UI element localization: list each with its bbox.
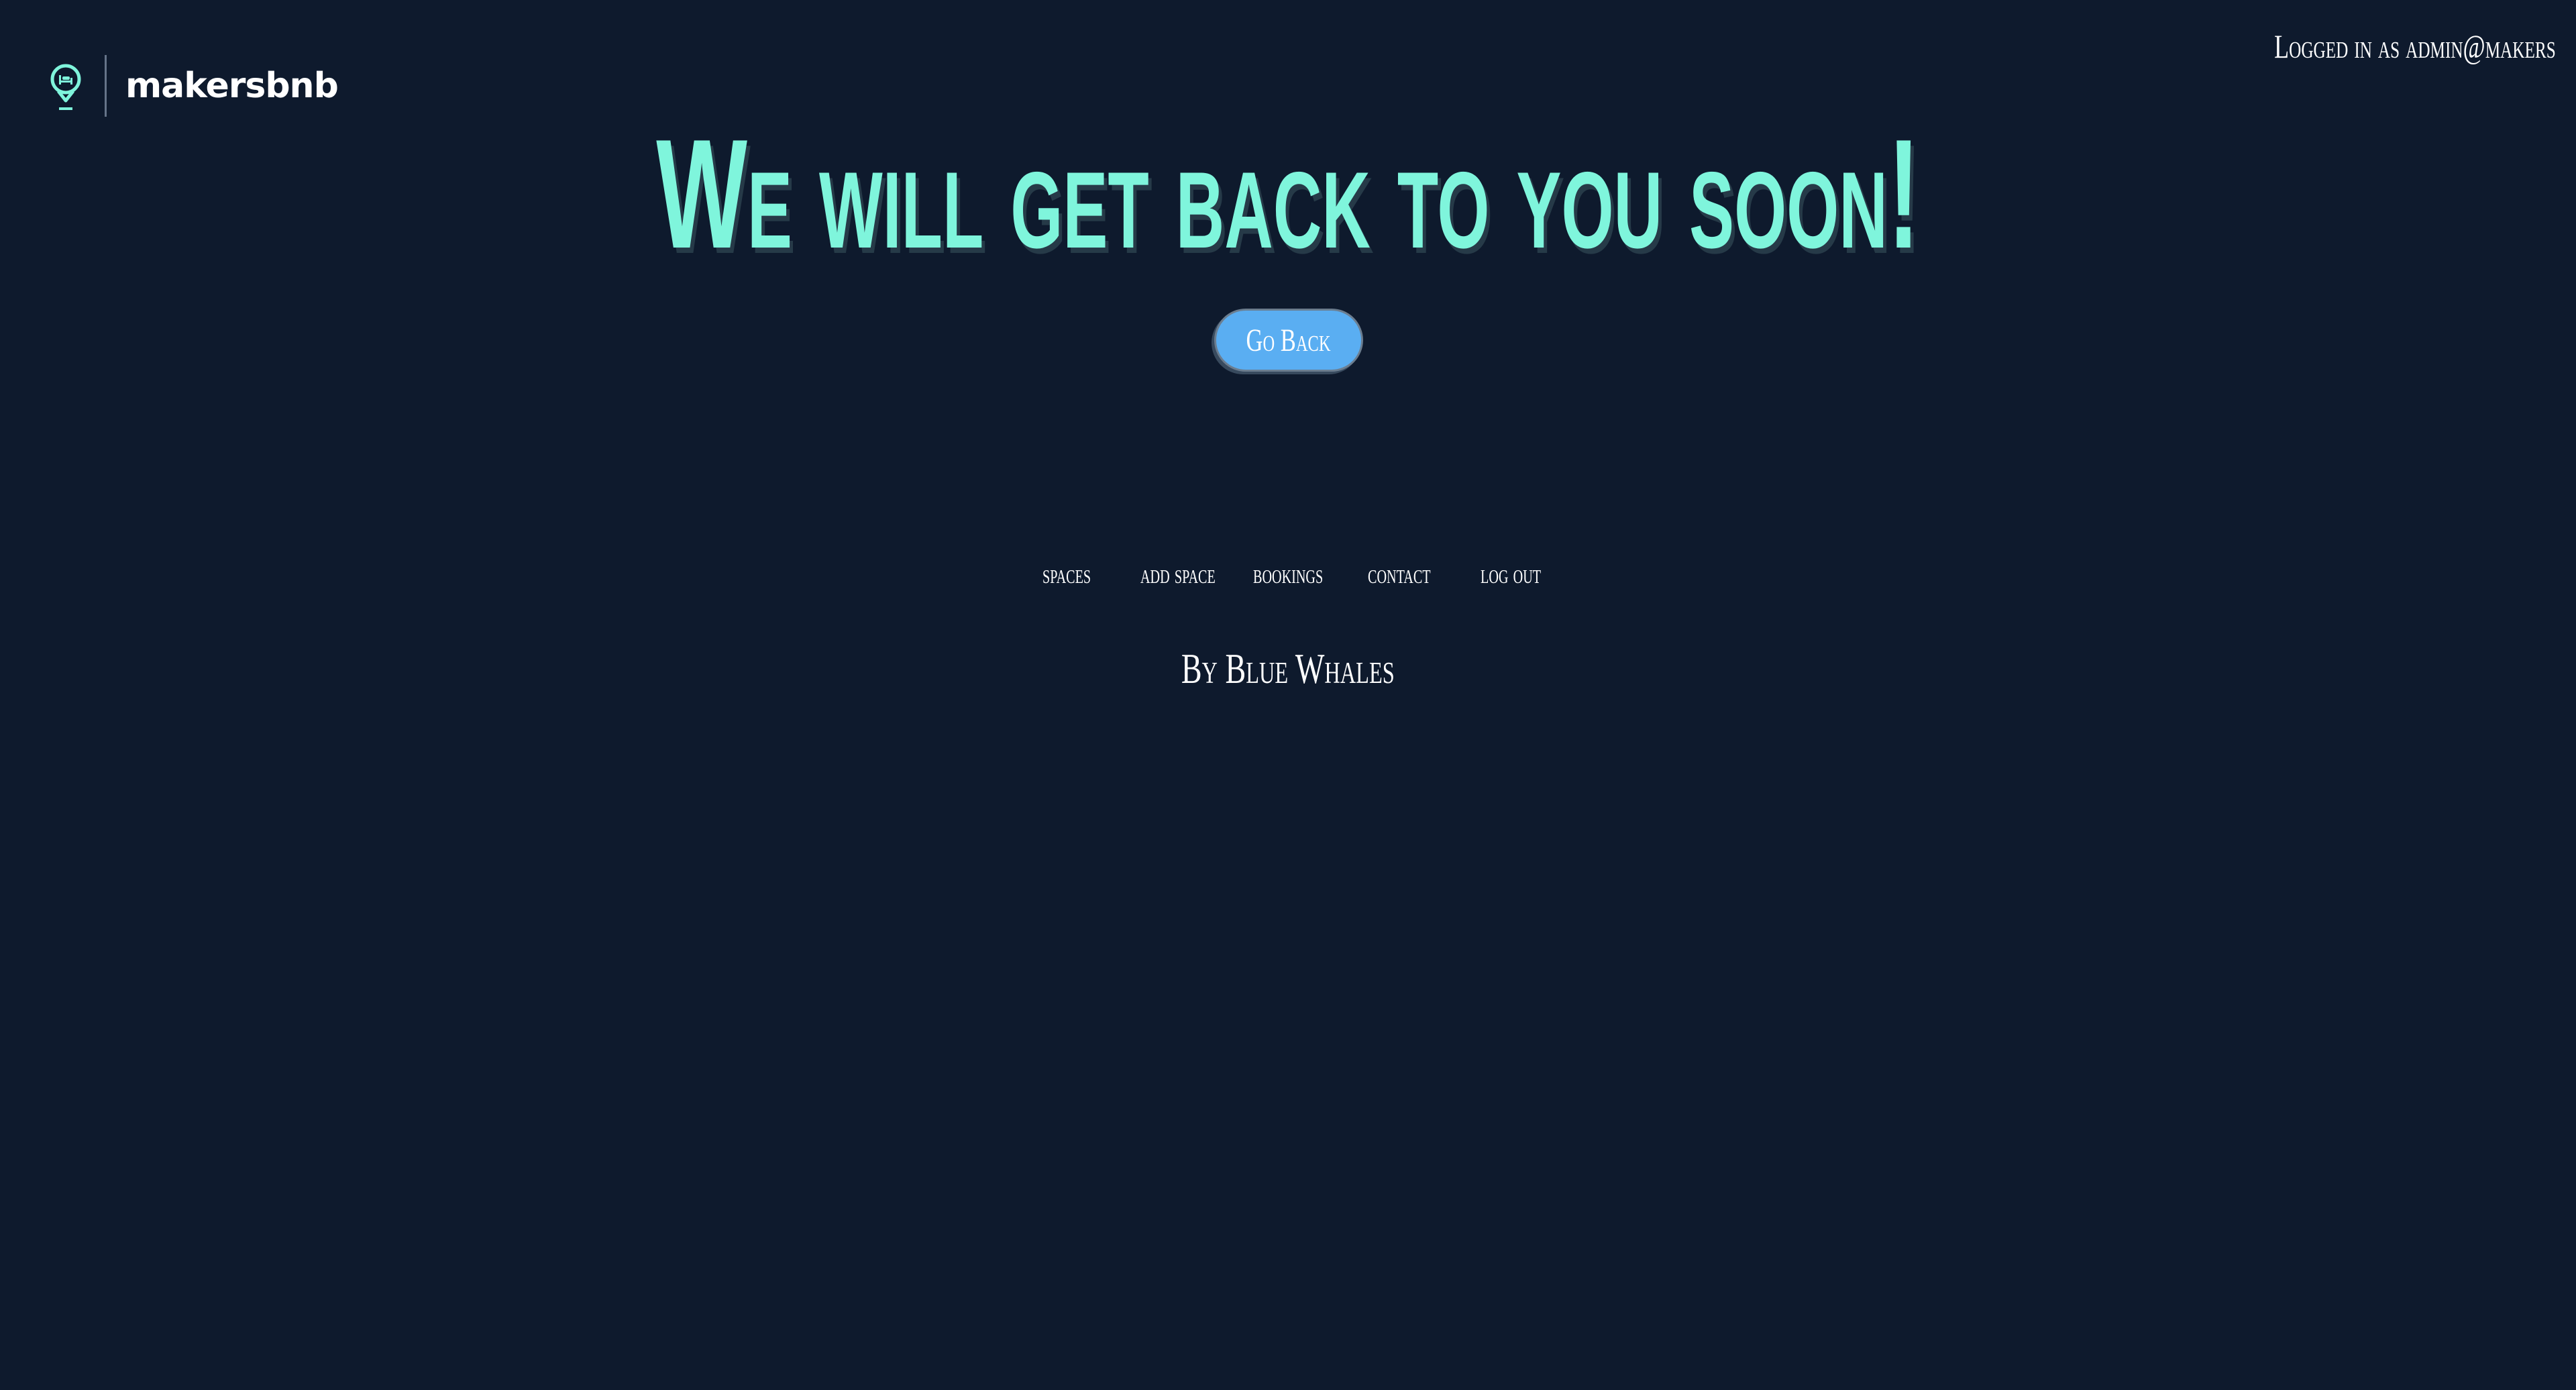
footer-credit: By Blue Whales (0, 644, 2576, 694)
go-back-button[interactable]: Go Back (1214, 309, 1363, 372)
login-status: Logged in as admin@makers (2274, 28, 2556, 65)
brand-name: makersbnb (125, 66, 339, 106)
footer-credit-text: By Blue Whales (1181, 645, 1395, 692)
footer-nav: spaces add space bookings contact log ou… (0, 554, 2576, 594)
nav-link-log-out[interactable]: log out (1481, 554, 1541, 594)
nav-link-spaces[interactable]: spaces (1042, 554, 1091, 594)
page-title: We will get back to you soon! (0, 107, 2576, 282)
nav-link-contact[interactable]: contact (1368, 554, 1431, 594)
go-back-button-label: Go Back (1246, 322, 1332, 358)
nav-link-bookings[interactable]: bookings (1253, 554, 1323, 594)
page-title-text: We will get back to you soon! (656, 107, 1920, 281)
page: makersbnb Logged in as admin@makers We w… (0, 0, 2576, 1390)
map-pin-bed-icon (47, 62, 85, 110)
nav-link-add-space[interactable]: add space (1140, 554, 1216, 594)
